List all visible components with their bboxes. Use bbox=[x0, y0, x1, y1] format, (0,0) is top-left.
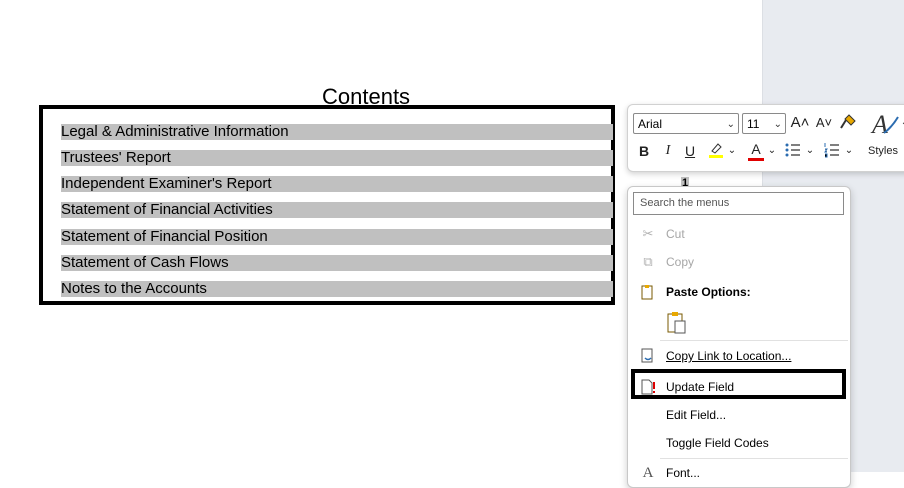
grow-font-button[interactable]: A˄ bbox=[790, 113, 810, 133]
highlight-button[interactable] bbox=[706, 141, 726, 161]
bullets-button[interactable] bbox=[783, 141, 803, 161]
menu-item-edit-field[interactable]: Edit Field... bbox=[628, 403, 850, 427]
highlighter-icon bbox=[709, 143, 723, 158]
font-size-combo[interactable]: 11 ⌄ bbox=[742, 113, 786, 134]
font-size-value: 11 bbox=[747, 117, 760, 131]
menu-item-label: Font... bbox=[666, 466, 701, 480]
menu-separator bbox=[660, 458, 848, 459]
menu-item-label: Copy Link to Location... bbox=[666, 349, 792, 363]
menu-item-label: Copy bbox=[666, 255, 695, 269]
font-icon: A bbox=[642, 465, 654, 481]
styles-label: Styles bbox=[868, 145, 898, 157]
chevron-down-icon: ⌄ bbox=[726, 119, 735, 130]
menu-item-toggle-field-codes[interactable]: Toggle Field Codes bbox=[628, 431, 850, 455]
paste-keep-formatting-button[interactable] bbox=[666, 311, 688, 335]
format-painter-button[interactable] bbox=[838, 113, 858, 133]
numbering-icon bbox=[824, 143, 839, 158]
mini-toolbar: Arial ⌄ 11 ⌄ A˄ A˅ A ⌄ Styles B I U ⌄ A … bbox=[627, 104, 904, 172]
numbering-button[interactable] bbox=[822, 141, 842, 161]
context-menu: Search the menus ✂ Cut ⧉ Copy Paste Opti… bbox=[627, 186, 851, 488]
menu-separator bbox=[660, 340, 848, 341]
svg-text:A: A bbox=[870, 110, 888, 139]
scissors-icon: ✂ bbox=[642, 226, 654, 241]
menu-item-label: Edit Field... bbox=[666, 408, 727, 422]
search-menus-input[interactable]: Search the menus bbox=[633, 192, 844, 215]
chevron-down-icon: ⌄ bbox=[773, 119, 782, 130]
toc-entry[interactable]: Notes to the Accounts bbox=[61, 281, 613, 297]
underline-button[interactable]: U bbox=[682, 141, 698, 161]
clipboard-icon bbox=[640, 284, 656, 300]
format-painter-icon bbox=[840, 114, 856, 129]
chevron-down-icon[interactable]: ⌄ bbox=[727, 141, 737, 161]
copy-icon: ⧉ bbox=[643, 254, 653, 269]
paste-icon bbox=[667, 312, 686, 334]
menu-item-font[interactable]: A Font... bbox=[628, 461, 850, 485]
bold-button[interactable]: B bbox=[636, 141, 652, 161]
font-color-swatch bbox=[748, 158, 764, 161]
chevron-down-icon[interactable]: ⌄ bbox=[900, 113, 904, 133]
styles-button[interactable]: A bbox=[870, 109, 900, 139]
menu-item-label: Cut bbox=[666, 227, 685, 241]
update-field-highlight-frame bbox=[631, 369, 846, 399]
toc-entry[interactable]: Trustees' Report bbox=[61, 150, 613, 166]
toc-entry[interactable]: Statement of Cash Flows bbox=[61, 255, 613, 271]
chevron-down-icon[interactable]: ⌄ bbox=[805, 141, 815, 161]
shrink-font-button[interactable]: A˅ bbox=[814, 113, 834, 133]
menu-item-paste-options: Paste Options: bbox=[628, 280, 850, 304]
font-color-glyph: A bbox=[751, 141, 761, 157]
font-name-value: Arial bbox=[638, 117, 663, 131]
toc-entry[interactable]: Legal & Administrative Information bbox=[61, 124, 613, 140]
styles-icon: A bbox=[870, 110, 899, 139]
menu-item-copy-link[interactable]: Copy Link to Location... bbox=[628, 344, 850, 368]
chevron-down-icon[interactable]: ⌄ bbox=[844, 141, 854, 161]
menu-item-cut[interactable]: ✂ Cut bbox=[628, 222, 850, 246]
link-icon bbox=[640, 348, 656, 364]
toc-entry[interactable]: Statement of Financial Position bbox=[61, 229, 613, 245]
toc-entry[interactable]: Independent Examiner's Report bbox=[61, 176, 613, 192]
font-name-combo[interactable]: Arial ⌄ bbox=[633, 113, 739, 134]
italic-button[interactable]: I bbox=[660, 141, 676, 161]
menu-item-label: Toggle Field Codes bbox=[666, 436, 769, 450]
bullets-icon bbox=[785, 143, 800, 157]
menu-item-copy[interactable]: ⧉ Copy bbox=[628, 250, 850, 274]
menu-item-label: Paste Options: bbox=[666, 285, 751, 299]
font-color-button[interactable]: A bbox=[746, 139, 766, 161]
chevron-down-icon[interactable]: ⌄ bbox=[767, 141, 777, 161]
toc-entry[interactable]: Statement of Financial Activities bbox=[61, 202, 613, 218]
